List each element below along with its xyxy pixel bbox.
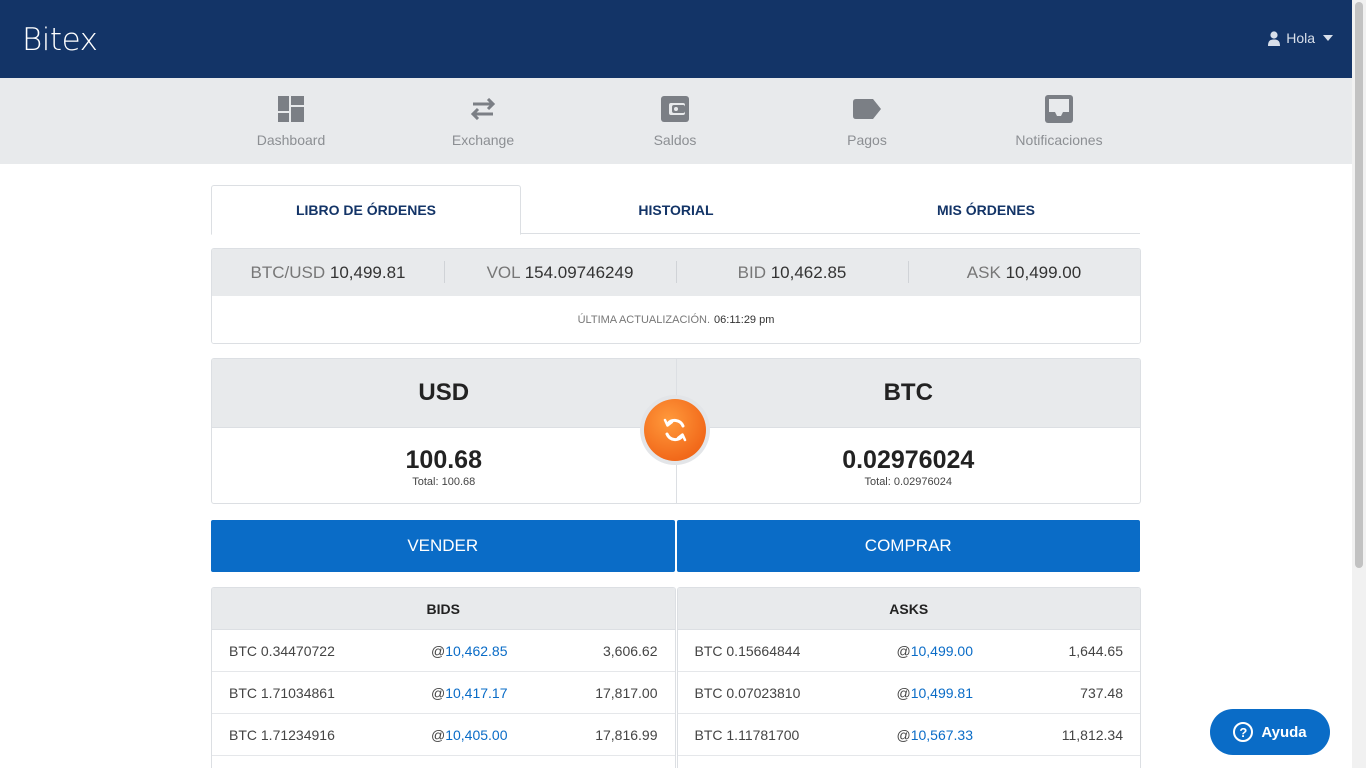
order-tabs: LIBRO DE ÓRDENES HISTORIAL MIS ÓRDENES [211,185,1141,235]
user-menu-label: Hola [1286,30,1315,46]
order-price-link[interactable]: 10,417.17 [445,685,507,701]
wallet-icon [661,95,689,123]
tab-historial[interactable]: HISTORIAL [521,185,831,234]
order-amount: BTC 1.11781700 [694,726,800,743]
balance-usd: USD 100.68 Total: 100.68 [212,359,676,503]
tab-mis-ordenes[interactable]: MIS ÓRDENES [831,185,1141,234]
bids-table: BIDS BTC 0.34470722 @10,462.85 3,606.62 … [211,587,676,768]
order-price-link[interactable]: 10,567.33 [911,727,973,743]
nav-label: Saldos [653,132,697,148]
ticker-ask-label: ASK [966,262,1001,282]
brand-logo[interactable]: Bitex [22,22,98,58]
page-scrollbar[interactable] [1352,0,1366,768]
bids-header: BIDS [212,588,675,630]
order-price: @10,405.00 [431,726,508,743]
balance-currency: BTC [676,359,1140,428]
help-button[interactable]: ? Ayuda [1210,709,1330,755]
help-label: Ayuda [1261,723,1307,741]
order-book: BIDS BTC 0.34470722 @10,462.85 3,606.62 … [211,587,1141,768]
order-total: 737.48 [1080,684,1123,701]
asks-header: ASKS [677,588,1140,630]
help-icon: ? [1233,722,1254,742]
order-amount: BTC 0.07023810 [694,684,801,701]
order-amount: BTC 0.15664844 [694,642,801,659]
order-price-link[interactable]: 10,405.00 [445,727,507,743]
chevron-down-icon [1323,35,1333,41]
ticker-pair-value: 10,499.81 [329,262,406,282]
order-price-link[interactable]: 10,499.00 [911,643,973,659]
nav-label: Exchange [451,132,515,148]
asks-table: ASKS BTC 0.15664844 @10,499.00 1,644.65 … [676,587,1141,768]
ticker-bid-label: BID [737,262,766,282]
ticker-vol-label: VOL [486,262,520,282]
market-ticker: BTC/USD 10,499.81 VOL 154.09746249 BID 1… [211,248,1141,344]
table-row[interactable]: BTC 1.71034861 @10,417.17 17,817.00 [212,672,675,714]
table-row[interactable]: BTC 0.07023810 @10,499.81 737.48 [677,672,1140,714]
order-price: @10,499.81 [896,684,974,701]
refresh-icon [644,399,706,461]
order-total: 1,644.65 [1068,642,1124,659]
nav-item-notificaciones[interactable]: Notificaciones [979,78,1139,164]
order-price-link[interactable]: 10,499.81 [911,685,973,701]
inbox-icon [1045,95,1073,123]
nav-item-pagos[interactable]: Pagos [787,78,947,164]
table-row[interactable]: BTC 1.71234916 @10,405.00 17,816.99 [212,714,675,756]
scrollbar-thumb[interactable] [1355,2,1363,568]
ticker-volume: VOL 154.09746249 [444,260,676,283]
ticker-bid-value: 10,462.85 [770,262,847,282]
nav-item-exchange[interactable]: Exchange [403,78,563,164]
trade-actions: VENDER COMPRAR [211,520,1140,572]
user-icon [1268,30,1281,46]
balance-body: 0.02976024 Total: 0.02976024 [677,428,1141,503]
order-price: @10,417.17 [431,684,508,701]
ticker-vol-value: 154.09746249 [524,262,634,282]
ticker-last-price: BTC/USD 10,499.81 [212,263,444,283]
last-update-time: 06:11:29 pm [714,313,775,326]
table-row[interactable]: BTC 0.15664844 @10,499.00 1,644.65 [677,630,1140,672]
nav-label: Pagos [847,132,887,148]
ticker-ask-value: 10,499.00 [1005,262,1082,282]
sell-button[interactable]: VENDER [211,520,675,572]
balance-total: Total: 100.68 [412,476,476,488]
nav-label: Dashboard [256,132,326,148]
order-amount: BTC 1.71234916 [229,726,335,743]
user-menu[interactable]: Hola [1268,30,1333,46]
last-update: ÚLTIMA ACTUALIZACIÓN. 06:11:29 pm [212,296,1140,343]
order-total: 17,817.00 [595,684,658,701]
nav-item-saldos[interactable]: Saldos [595,78,755,164]
last-update-label: ÚLTIMA ACTUALIZACIÓN. [577,313,711,326]
order-amount: BTC 0.34470722 [229,642,335,659]
order-amount: BTC 1.71034861 [229,684,335,701]
balance-total: Total: 0.02976024 [864,476,952,488]
balance-amount: 0.02976024 [842,446,975,474]
ticker-row: BTC/USD 10,499.81 VOL 154.09746249 BID 1… [212,249,1140,296]
balance-body: 100.68 Total: 100.68 [212,428,676,503]
order-price-link[interactable]: 10,462.85 [445,643,507,659]
order-price: @10,462.85 [431,642,508,659]
tab-libro-de-ordenes[interactable]: LIBRO DE ÓRDENES [211,185,521,235]
dashboard-icon [278,95,304,123]
nav-label: Notificaciones [1015,132,1103,148]
ticker-ask: ASK 10,499.00 [908,260,1140,283]
order-total: 11,812.34 [1061,726,1123,743]
exchange-icon [469,95,497,123]
order-total: 3,606.62 [603,642,658,659]
main-nav: Dashboard Exchange Saldos Pagos Notifica… [0,78,1352,164]
swap-currency-button[interactable] [640,395,710,465]
order-total: 17,816.99 [595,726,658,743]
balance-currency: USD [212,359,676,428]
balance-amount: 100.68 [405,446,482,474]
table-row[interactable]: BTC 1.11781700 @10,567.33 11,812.34 [677,714,1140,756]
top-header: Bitex Hola [0,0,1352,78]
ticker-pair-label: BTC/USD [250,262,326,282]
tag-icon [853,95,881,123]
order-price: @10,499.00 [896,642,974,659]
ticker-bid: BID 10,462.85 [676,260,908,283]
balance-btc: BTC 0.02976024 Total: 0.02976024 [675,359,1141,503]
buy-button[interactable]: COMPRAR [676,520,1140,572]
table-row[interactable]: BTC 0.34470722 @10,462.85 3,606.62 [212,630,675,672]
order-price: @10,567.33 [896,726,974,743]
nav-item-dashboard[interactable]: Dashboard [211,78,371,164]
